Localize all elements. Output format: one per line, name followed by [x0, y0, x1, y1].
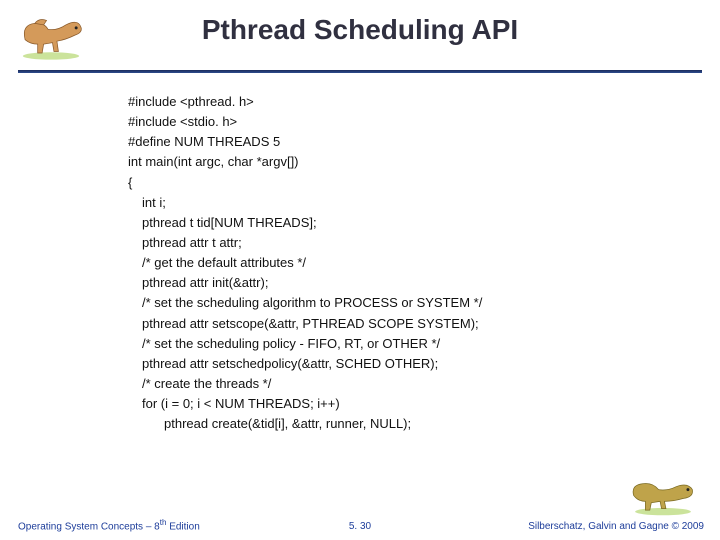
slide-footer: Operating System Concepts – 8th Edition …: [0, 506, 720, 532]
code-line: /* set the scheduling algorithm to PROCE…: [128, 293, 690, 313]
slide: Pthread Scheduling API #include <pthread…: [0, 0, 720, 540]
code-block: #include <pthread. h> #include <stdio. h…: [128, 92, 690, 434]
code-line: /* get the default attributes */: [128, 253, 690, 273]
code-line: #define NUM THREADS 5: [128, 132, 690, 152]
code-line: #include <pthread. h>: [128, 92, 690, 112]
code-line: pthread attr init(&attr);: [128, 273, 690, 293]
code-line: {: [128, 173, 690, 193]
code-line: #include <stdio. h>: [128, 112, 690, 132]
slide-title: Pthread Scheduling API: [0, 14, 720, 46]
code-line: pthread attr setschedpolicy(&attr, SCHED…: [128, 354, 690, 374]
slide-header: Pthread Scheduling API: [0, 0, 720, 78]
code-line: int main(int argc, char *argv[]): [128, 152, 690, 172]
code-line: for (i = 0; i < NUM THREADS; i++): [128, 394, 690, 414]
code-line: pthread create(&tid[i], &attr, runner, N…: [128, 414, 690, 434]
code-line: /* set the scheduling policy - FIFO, RT,…: [128, 334, 690, 354]
code-line: pthread attr setscope(&attr, PTHREAD SCO…: [128, 314, 690, 334]
code-line: int i;: [128, 193, 690, 213]
title-underline: [18, 70, 702, 73]
code-line: pthread attr t attr;: [128, 233, 690, 253]
footer-copyright: Silberschatz, Galvin and Gagne © 2009: [528, 521, 704, 532]
code-line: /* create the threads */: [128, 374, 690, 394]
code-line: pthread t tid[NUM THREADS];: [128, 213, 690, 233]
